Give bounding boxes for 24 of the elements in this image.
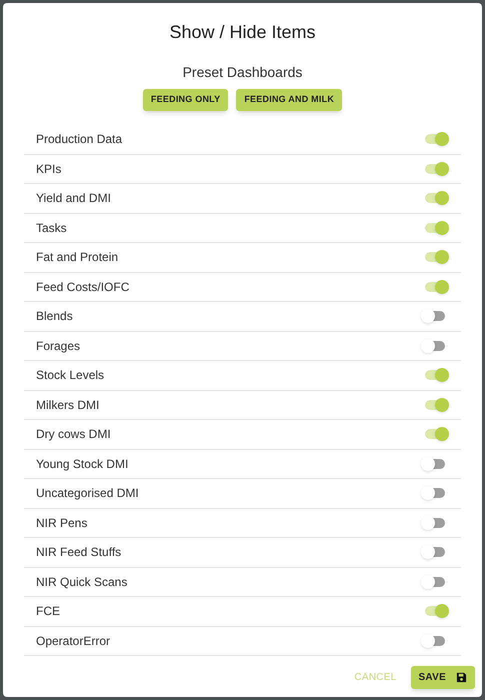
save-icon	[456, 672, 467, 683]
item-label: Dry cows DMI	[36, 426, 111, 444]
item-label: Forages	[36, 338, 80, 355]
item-label: Blends	[36, 308, 73, 326]
item-label: Uncategorised DMI	[36, 485, 139, 502]
dialog-title: Show / Hide Items	[169, 21, 316, 44]
preset-button[interactable]: FEEDING ONLY	[142, 89, 228, 111]
item-label: KPIs	[36, 160, 62, 178]
item-label: NIR Pens	[36, 514, 88, 532]
item-label: OperatorError	[36, 632, 110, 650]
preset-heading: Preset Dashboards	[182, 63, 302, 82]
item-label: Milkers DMI	[36, 396, 100, 414]
item-label: Fat and Protein	[36, 249, 118, 266]
item-label: Tasks	[36, 220, 67, 237]
item-label: FCE	[36, 603, 60, 620]
item-label: Feed Costs/IOFC	[36, 278, 130, 296]
item-label: NIR Feed Stuffs	[36, 544, 122, 562]
item-label: NIR Quick Scans	[36, 574, 128, 591]
save-button[interactable]: SAVE	[410, 666, 475, 689]
item-label: Young Stock DMI	[36, 456, 128, 473]
item-label: Stock Levels	[36, 367, 104, 384]
preset-button[interactable]: FEEDING AND MILK	[236, 89, 342, 111]
item-label: Yield and DMI	[36, 190, 111, 208]
item-label: Production Data	[36, 131, 122, 148]
